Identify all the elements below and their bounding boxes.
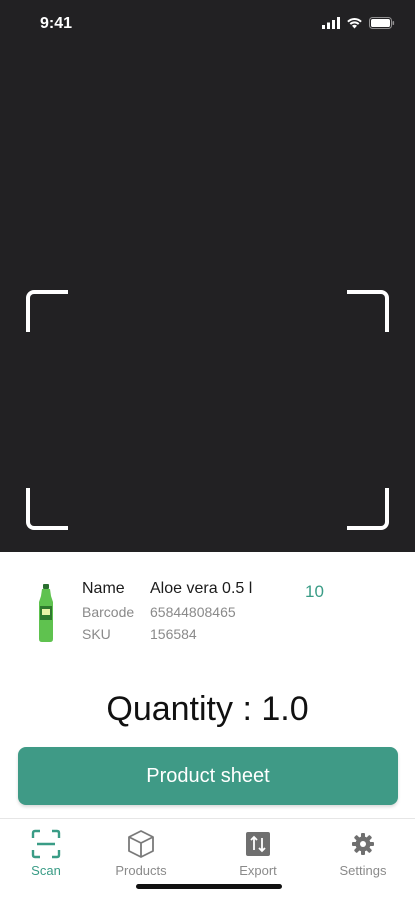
barcode-value: 65844808465 (150, 604, 236, 620)
scan-icon (31, 829, 61, 859)
tab-scan[interactable]: Scan (6, 829, 86, 879)
scan-frame-corner-top-left (26, 290, 68, 332)
status-time: 9:41 (40, 15, 73, 32)
product-sheet-button[interactable]: Product sheet (18, 747, 398, 805)
camera-viewfinder: 9:41 (0, 0, 415, 552)
tab-settings-label: Settings (339, 863, 387, 878)
gear-icon (348, 829, 378, 859)
status-bar: 9:41 (0, 0, 415, 48)
scanned-product-card[interactable]: Name Aloe vera 0.5 l Barcode 65844808465… (0, 552, 415, 652)
tab-products[interactable]: Products (101, 829, 181, 879)
tab-scan-label: Scan (31, 863, 61, 878)
scan-frame-corner-top-right (347, 290, 389, 332)
status-icons (322, 16, 395, 30)
sku-value: 156584 (150, 626, 197, 642)
quantity-display: Quantity : 1.0 (106, 690, 309, 728)
battery-icon (369, 17, 395, 29)
home-indicator[interactable] (136, 884, 282, 889)
product-count: 10 (305, 582, 324, 601)
scan-frame-corner-bottom-right (347, 488, 389, 530)
name-value: Aloe vera 0.5 l (150, 580, 253, 597)
tab-products-label: Products (115, 863, 167, 878)
name-label: Name (82, 580, 125, 597)
box-icon (126, 829, 156, 859)
sku-label: SKU (82, 626, 111, 642)
scan-frame-corner-bottom-left (26, 488, 68, 530)
product-details: Name Aloe vera 0.5 l Barcode 65844808465… (82, 580, 300, 642)
product-image (39, 584, 53, 642)
export-icon (243, 829, 273, 859)
barcode-label: Barcode (82, 604, 135, 620)
wifi-icon (347, 18, 362, 29)
signal-icon (322, 17, 340, 29)
tab-export-label: Export (239, 863, 277, 878)
tab-settings[interactable]: Settings (323, 829, 403, 879)
tab-export[interactable]: Export (218, 829, 298, 879)
